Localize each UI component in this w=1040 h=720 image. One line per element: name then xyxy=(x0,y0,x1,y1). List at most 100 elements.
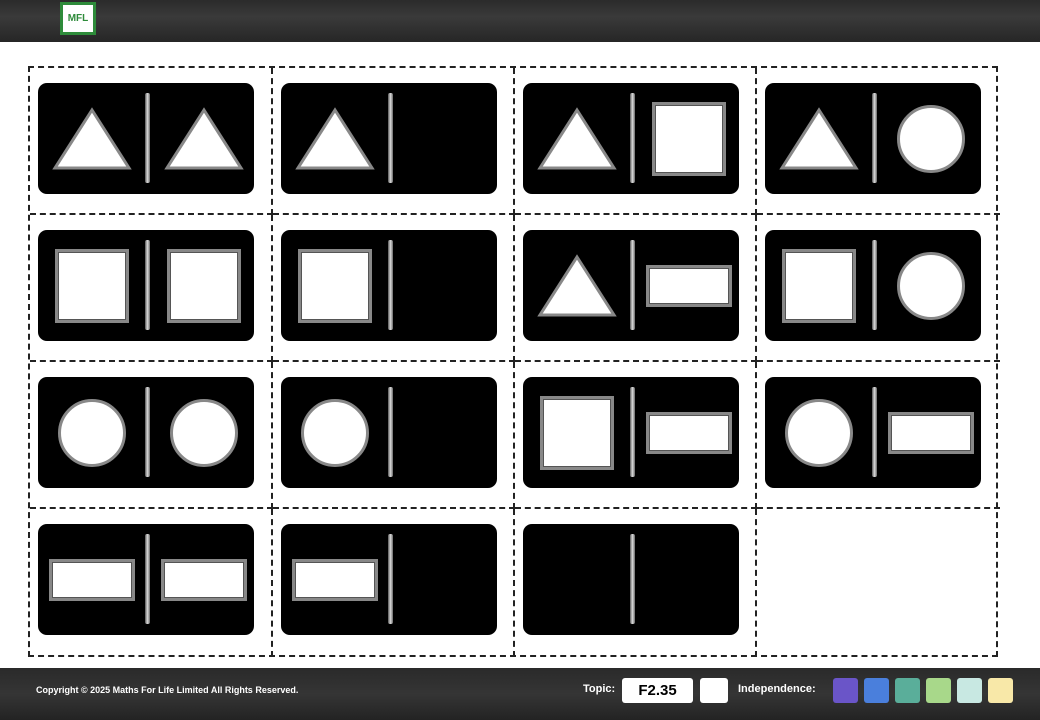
domino-left-half xyxy=(523,230,630,341)
domino-left-half xyxy=(523,524,630,635)
domino-card xyxy=(523,83,739,194)
grid-cell xyxy=(515,509,757,657)
square-shape xyxy=(166,248,241,323)
topic-blank-box xyxy=(700,678,728,703)
triangle-shape xyxy=(536,253,617,316)
domino-card xyxy=(38,230,254,341)
domino-divider xyxy=(872,387,877,477)
triangle-shape xyxy=(778,106,859,169)
independence-swatches xyxy=(833,678,1013,703)
domino-divider xyxy=(872,93,877,183)
grid-cell xyxy=(757,509,1000,657)
domino-divider xyxy=(872,240,877,330)
grid-cell xyxy=(273,215,515,362)
domino-right-half xyxy=(393,524,500,635)
domino-card xyxy=(38,83,254,194)
square-shape xyxy=(651,101,726,176)
circle-shape xyxy=(57,398,126,467)
grid-cell xyxy=(515,68,757,215)
domino-divider xyxy=(145,240,150,330)
footer-bar: Copyright © 2025 Maths For Life Limited … xyxy=(0,668,1040,720)
domino-right-half xyxy=(393,230,500,341)
domino-right-half xyxy=(150,230,257,341)
domino-card xyxy=(523,377,739,488)
domino-left-half xyxy=(281,377,388,488)
circle-shape xyxy=(896,104,965,173)
rectangle-shape xyxy=(291,558,378,601)
domino-card xyxy=(38,377,254,488)
domino-divider xyxy=(630,387,635,477)
square-shape xyxy=(781,248,856,323)
grid-cell xyxy=(30,362,273,509)
domino-left-half xyxy=(281,230,388,341)
triangle-shape xyxy=(51,106,132,169)
domino-right-half xyxy=(393,83,500,194)
rectangle-shape xyxy=(160,558,247,601)
circle-shape xyxy=(169,398,238,467)
domino-card xyxy=(765,230,981,341)
grid-cell xyxy=(30,509,273,657)
domino-divider xyxy=(145,93,150,183)
square-shape xyxy=(54,248,129,323)
triangle-shape xyxy=(163,106,244,169)
domino-right-half xyxy=(635,83,742,194)
domino-left-half xyxy=(281,83,388,194)
rectangle-shape xyxy=(645,264,732,307)
domino-left-half xyxy=(765,230,872,341)
top-banner: MFL xyxy=(0,0,1040,42)
domino-card xyxy=(281,524,497,635)
domino-cut-out-grid xyxy=(28,66,1000,657)
copyright-text: Copyright © 2025 Maths For Life Limited … xyxy=(36,685,299,695)
domino-left-half xyxy=(765,377,872,488)
domino-divider xyxy=(388,387,393,477)
domino-right-half xyxy=(393,377,500,488)
independence-swatch-3 xyxy=(895,678,920,703)
domino-card xyxy=(765,377,981,488)
domino-divider xyxy=(630,93,635,183)
domino-card xyxy=(765,83,981,194)
domino-right-half xyxy=(150,83,257,194)
domino-divider xyxy=(145,534,150,624)
rectangle-shape xyxy=(48,558,135,601)
triangle-shape xyxy=(536,106,617,169)
square-shape xyxy=(297,248,372,323)
domino-card xyxy=(523,230,739,341)
domino-card xyxy=(281,230,497,341)
domino-left-half xyxy=(38,377,145,488)
independence-swatch-6 xyxy=(988,678,1013,703)
grid-cell xyxy=(273,68,515,215)
grid-cell xyxy=(30,68,273,215)
square-shape xyxy=(539,395,614,470)
domino-right-half xyxy=(635,524,742,635)
domino-card xyxy=(281,377,497,488)
domino-right-half xyxy=(150,524,257,635)
topic-code: F2.35 xyxy=(638,682,677,699)
grid-cell xyxy=(30,215,273,362)
domino-left-half xyxy=(765,83,872,194)
domino-right-half xyxy=(635,230,742,341)
domino-left-half xyxy=(38,524,145,635)
circle-shape xyxy=(896,251,965,320)
independence-swatch-5 xyxy=(957,678,982,703)
grid-cell xyxy=(757,215,1000,362)
domino-divider xyxy=(630,534,635,624)
grid-cell xyxy=(515,362,757,509)
logo-text: MFL xyxy=(67,13,89,24)
mfl-logo: MFL xyxy=(60,2,96,35)
domino-right-half xyxy=(877,377,984,488)
domino-left-half xyxy=(523,83,630,194)
domino-divider xyxy=(388,240,393,330)
domino-right-half xyxy=(877,230,984,341)
circle-shape xyxy=(784,398,853,467)
domino-left-half xyxy=(281,524,388,635)
domino-left-half xyxy=(38,230,145,341)
rectangle-shape xyxy=(645,411,732,454)
domino-divider xyxy=(145,387,150,477)
grid-cell xyxy=(515,215,757,362)
domino-right-half xyxy=(877,83,984,194)
domino-card xyxy=(281,83,497,194)
domino-left-half xyxy=(38,83,145,194)
domino-divider xyxy=(388,534,393,624)
domino-card xyxy=(38,524,254,635)
independence-label: Independence: xyxy=(738,683,816,695)
